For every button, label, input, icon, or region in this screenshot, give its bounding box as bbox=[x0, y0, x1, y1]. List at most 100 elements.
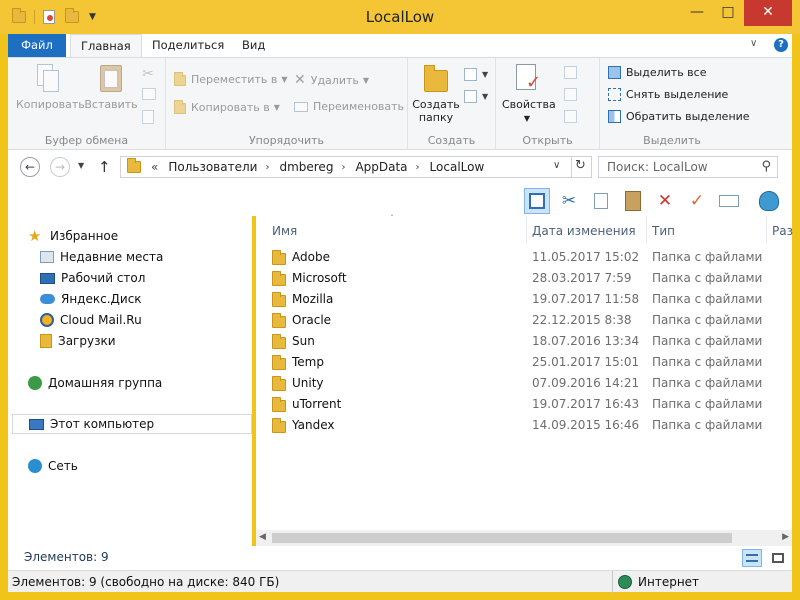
tab-home[interactable]: Главная bbox=[70, 34, 142, 58]
close-button[interactable]: ✕ bbox=[744, 0, 792, 26]
select-all-button[interactable]: Выделить все bbox=[608, 66, 706, 79]
column-header-size[interactable]: Раз bbox=[772, 220, 793, 242]
search-input[interactable]: Поиск: LocalLow ⚲ bbox=[598, 156, 778, 178]
rename-button[interactable]: Переименовать bbox=[294, 100, 404, 113]
refresh-icon[interactable]: ↻ bbox=[575, 158, 586, 173]
window-title: LocalLow bbox=[365, 8, 435, 26]
paste-shortcut-icon[interactable] bbox=[142, 110, 159, 124]
ribbon-tabs: Файл Главная Поделиться Вид ∨ ? bbox=[8, 34, 792, 58]
folder-icon bbox=[272, 418, 286, 433]
breadcrumb-item[interactable]: dmbereg bbox=[279, 160, 333, 174]
scroll-right-icon[interactable]: ▶ bbox=[782, 532, 789, 542]
table-row[interactable]: Mozilla 19.07.2017 11:58 Папка с файлами bbox=[256, 289, 792, 310]
delete-button[interactable]: ✕ Удалить ▼ bbox=[294, 72, 369, 88]
copy-label: Копировать bbox=[16, 98, 85, 111]
properties-button[interactable]: ✓ Свойства ▼ bbox=[502, 62, 556, 125]
tab-file[interactable]: Файл bbox=[8, 34, 66, 57]
details-view-button[interactable] bbox=[742, 549, 762, 567]
scrollbar-thumb[interactable] bbox=[272, 533, 732, 543]
navigation-pane: ★ Избранное Недавние места Рабочий стол … bbox=[8, 216, 252, 546]
chevron-right-icon[interactable]: › bbox=[265, 162, 269, 173]
copy-to-button[interactable]: Копировать в ▼ bbox=[174, 100, 280, 114]
nav-homegroup[interactable]: Домашняя группа bbox=[28, 373, 162, 393]
table-row[interactable]: Sun 18.07.2016 13:34 Папка с файлами bbox=[256, 331, 792, 352]
breadcrumb-item[interactable]: Пользователи bbox=[168, 160, 257, 174]
breadcrumb-item[interactable]: AppData bbox=[355, 160, 407, 174]
paste-icon[interactable] bbox=[620, 188, 646, 214]
file-date: 19.07.2017 16:43 bbox=[532, 397, 640, 411]
table-row[interactable]: Microsoft 28.03.2017 7:59 Папка с файлами bbox=[256, 268, 792, 289]
help-icon[interactable]: ? bbox=[774, 38, 788, 52]
chevron-down-icon: ▼ bbox=[273, 102, 280, 112]
file-date: 19.07.2017 11:58 bbox=[532, 292, 640, 306]
horizontal-scrollbar[interactable]: ◀ ▶ bbox=[256, 530, 792, 546]
file-name: Temp bbox=[292, 355, 324, 369]
copy-button[interactable]: Копировать bbox=[16, 62, 85, 111]
easy-access-icon[interactable]: ▼ bbox=[464, 90, 488, 103]
table-row[interactable]: Temp 25.01.2017 15:01 Папка с файлами bbox=[256, 352, 792, 373]
file-type: Папка с файлами bbox=[652, 334, 763, 348]
scroll-left-icon[interactable]: ◀ bbox=[259, 532, 266, 542]
copy-path-icon[interactable] bbox=[142, 88, 161, 100]
minimize-button[interactable]: — bbox=[682, 0, 712, 26]
table-row[interactable]: Adobe 11.05.2017 15:02 Папка с файлами bbox=[256, 247, 792, 268]
nav-network[interactable]: Сеть bbox=[28, 456, 78, 476]
nav-cloudmail[interactable]: Cloud Mail.Ru bbox=[40, 310, 142, 330]
search-icon[interactable]: ⚲ bbox=[761, 157, 771, 177]
collapse-ribbon-icon[interactable]: ∨ bbox=[750, 38, 757, 49]
tab-view[interactable]: Вид bbox=[232, 34, 275, 57]
new-item-icon[interactable]: ▼ bbox=[464, 68, 488, 81]
chevron-down-icon: ▼ bbox=[523, 114, 531, 123]
nav-favorites[interactable]: ★ Избранное bbox=[28, 226, 118, 246]
edit-icon[interactable] bbox=[564, 88, 582, 101]
table-row[interactable]: uTorrent 19.07.2017 16:43 Папка с файлами bbox=[256, 394, 792, 415]
back-button[interactable]: ← bbox=[20, 157, 40, 177]
up-button[interactable]: ↑ bbox=[98, 158, 111, 176]
table-row[interactable]: Yandex 14.09.2015 16:46 Папка с файлами bbox=[256, 415, 792, 436]
address-dropdown-icon[interactable]: ∨ bbox=[553, 160, 560, 171]
preview-pane-icon[interactable] bbox=[524, 188, 550, 214]
table-row[interactable]: Oracle 22.12.2015 8:38 Папка с файлами bbox=[256, 310, 792, 331]
details-view-icon bbox=[746, 554, 758, 562]
forward-button[interactable]: → bbox=[50, 157, 70, 177]
invert-selection-button[interactable]: Обратить выделение bbox=[608, 110, 750, 123]
cut-icon[interactable]: ✂ bbox=[142, 66, 154, 82]
desktop-icon bbox=[40, 272, 55, 284]
chevron-right-icon[interactable]: › bbox=[341, 162, 345, 173]
address-row: ← → ▼ ↑ « Пользователи › dmbereg › AppDa… bbox=[8, 150, 792, 186]
copy-icon[interactable] bbox=[588, 188, 614, 214]
file-type: Папка с файлами bbox=[652, 271, 763, 285]
chevron-right-icon[interactable]: › bbox=[416, 162, 420, 173]
rename-icon[interactable] bbox=[716, 188, 742, 214]
select-none-button[interactable]: Снять выделение bbox=[608, 88, 728, 101]
open-icon[interactable] bbox=[564, 66, 582, 79]
column-header-type[interactable]: Тип bbox=[652, 220, 675, 242]
breadcrumb-item[interactable]: LocalLow bbox=[430, 160, 485, 174]
delete-icon[interactable]: ✕ bbox=[652, 188, 678, 214]
file-type: Папка с файлами bbox=[652, 292, 763, 306]
nav-desktop[interactable]: Рабочий стол bbox=[40, 268, 145, 288]
new-folder-button[interactable]: Создать папку bbox=[412, 62, 460, 124]
nav-computer[interactable]: Этот компьютер bbox=[12, 414, 252, 434]
checkmark-icon[interactable]: ✓ bbox=[684, 188, 710, 214]
file-date: 14.09.2015 16:46 bbox=[532, 418, 640, 432]
maximize-icon: □ bbox=[721, 4, 735, 20]
tab-share[interactable]: Поделиться bbox=[142, 34, 234, 57]
file-name: Unity bbox=[292, 376, 324, 390]
recent-locations-icon[interactable]: ▼ bbox=[78, 161, 84, 170]
nav-recent[interactable]: Недавние места bbox=[40, 247, 163, 267]
tiles-view-button[interactable] bbox=[768, 549, 788, 567]
nav-downloads[interactable]: Загрузки bbox=[40, 331, 116, 351]
file-date: 22.12.2015 8:38 bbox=[532, 313, 632, 327]
cut-icon[interactable]: ✂ bbox=[556, 188, 582, 214]
move-to-button[interactable]: Переместить в ▼ bbox=[174, 72, 288, 86]
paste-button[interactable]: Вставить bbox=[84, 62, 138, 111]
column-header-date[interactable]: Дата изменения bbox=[532, 220, 636, 242]
history-icon[interactable] bbox=[564, 110, 582, 123]
nav-yadisk[interactable]: Яндекс.Диск bbox=[40, 289, 142, 309]
column-header-name[interactable]: Имя bbox=[272, 220, 297, 242]
table-row[interactable]: Unity 07.09.2016 14:21 Папка с файлами bbox=[256, 373, 792, 394]
shell-icon[interactable] bbox=[756, 188, 782, 214]
address-bar[interactable]: « Пользователи › dmbereg › AppData › Loc… bbox=[120, 156, 592, 178]
maximize-button[interactable]: □ bbox=[713, 0, 743, 26]
